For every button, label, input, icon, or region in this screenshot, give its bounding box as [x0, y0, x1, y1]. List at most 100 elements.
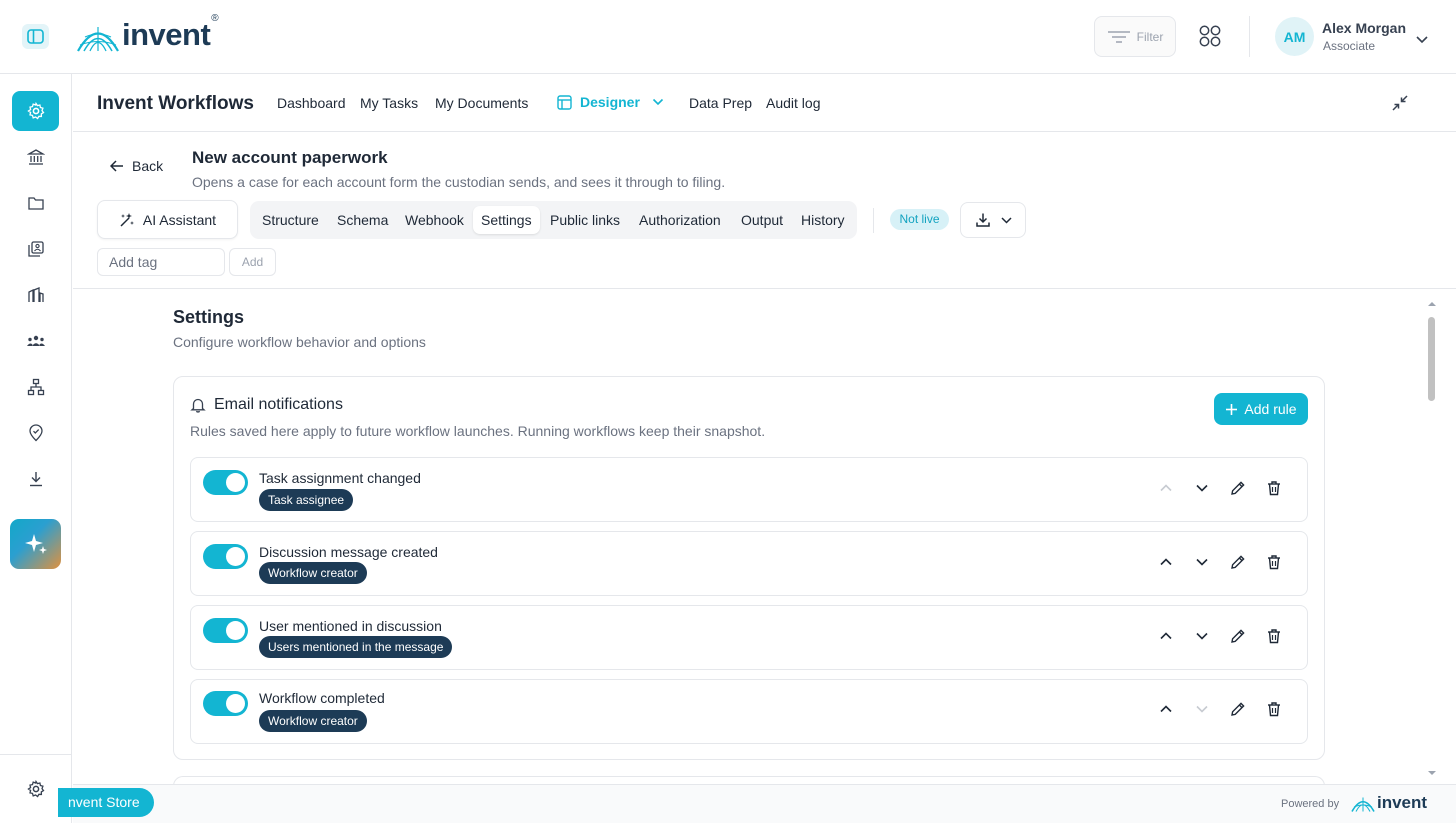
sparkles-icon	[24, 534, 47, 554]
edit-icon[interactable]	[1229, 479, 1247, 497]
powered-by-logo-text: invent	[1377, 793, 1428, 812]
tab-structure[interactable]: Structure	[262, 206, 319, 234]
logo-globe-icon	[1351, 797, 1375, 812]
sidebar-toggle-icon[interactable]	[22, 24, 49, 49]
invent-logo[interactable]: invent ®	[76, 13, 219, 52]
left-nav	[0, 74, 72, 823]
tab-schema[interactable]: Schema	[337, 206, 388, 234]
location-check-icon[interactable]	[24, 421, 48, 445]
collapse-icon[interactable]	[1391, 94, 1409, 117]
chevron-down-icon	[652, 98, 663, 106]
nav-settings-active[interactable]	[12, 91, 59, 131]
nav-my-tasks[interactable]: My Tasks	[360, 95, 418, 111]
rule-recipient-badge: Workflow creator	[259, 562, 367, 584]
rule-enabled-toggle[interactable]	[203, 691, 248, 716]
tab-settings[interactable]: Settings	[473, 206, 540, 234]
document-title: New account paperwork	[192, 148, 388, 167]
add-tag-button[interactable]: Add	[229, 248, 276, 276]
edit-icon[interactable]	[1229, 553, 1247, 571]
email-notifications-description: Rules saved here apply to future workflo…	[190, 423, 766, 439]
rule-enabled-toggle[interactable]	[203, 544, 248, 569]
download-icon[interactable]	[24, 467, 48, 491]
notification-rule: Workflow completed Workflow creator	[190, 679, 1308, 744]
ai-assistant-button[interactable]: AI Assistant	[97, 200, 238, 239]
tabs-divider	[873, 208, 874, 233]
hierarchy-icon[interactable]	[24, 375, 48, 399]
download-icon	[975, 213, 990, 227]
rule-actions	[1157, 479, 1283, 497]
tab-webhook[interactable]: Webhook	[405, 206, 464, 234]
move-down-icon	[1193, 700, 1211, 718]
logo-text: invent	[122, 17, 211, 52]
scrollbar[interactable]	[1426, 298, 1438, 780]
rule-actions	[1157, 553, 1283, 571]
back-button[interactable]: Back	[110, 158, 163, 174]
download-button[interactable]	[960, 202, 1026, 238]
buildings-icon[interactable]	[24, 283, 48, 307]
magic-wand-icon	[120, 212, 134, 227]
tag-input[interactable]	[97, 248, 225, 276]
tab-output[interactable]: Output	[741, 206, 783, 234]
move-down-icon[interactable]	[1193, 553, 1211, 571]
tab-authorization[interactable]: Authorization	[639, 206, 721, 234]
delete-icon[interactable]	[1265, 627, 1283, 645]
rule-name: Task assignment changed	[259, 470, 421, 486]
nav-my-documents[interactable]: My Documents	[435, 95, 528, 111]
rule-enabled-toggle[interactable]	[203, 470, 248, 495]
move-up-icon[interactable]	[1157, 553, 1175, 571]
filter-button[interactable]: Filter	[1094, 16, 1176, 57]
rule-enabled-toggle[interactable]	[203, 618, 248, 643]
tab-public-links[interactable]: Public links	[550, 206, 620, 234]
library-icon[interactable]	[24, 237, 48, 261]
notification-rule: Discussion message created Workflow crea…	[190, 531, 1308, 596]
team-icon[interactable]	[24, 329, 48, 353]
ai-sparkles-button[interactable]	[10, 519, 61, 569]
powered-by-label: Powered by	[1281, 798, 1340, 810]
nav-dashboard[interactable]: Dashboard	[277, 95, 346, 111]
move-down-icon[interactable]	[1193, 627, 1211, 645]
move-up-icon[interactable]	[1157, 700, 1175, 718]
layout-icon	[557, 94, 572, 110]
document-description: Opens a case for each account form the c…	[192, 174, 726, 190]
rule-actions	[1157, 700, 1283, 718]
gear-icon[interactable]	[24, 777, 48, 801]
ai-assistant-label: AI Assistant	[142, 211, 217, 228]
rule-recipient-badge: Users mentioned in the message	[259, 636, 453, 658]
avatar[interactable]: AM	[1275, 17, 1314, 56]
chevron-down-icon[interactable]	[1416, 31, 1428, 49]
edit-icon[interactable]	[1229, 700, 1247, 718]
rule-recipient-badge: Task assignee	[259, 489, 354, 511]
edit-icon[interactable]	[1229, 627, 1247, 645]
folder-icon[interactable]	[24, 191, 48, 215]
filter-icon	[1107, 30, 1130, 43]
footer	[73, 784, 1456, 823]
delete-icon[interactable]	[1265, 479, 1283, 497]
filter-label: Filter	[1136, 29, 1164, 44]
user-name[interactable]: Alex Morgan	[1322, 20, 1406, 36]
move-up-icon	[1157, 479, 1175, 497]
rule-name: Workflow completed	[259, 690, 385, 706]
workflow-header: Invent Workflows Dashboard My Tasks My D…	[73, 74, 1456, 132]
designer-tabs: Structure Schema Webhook Settings Public…	[250, 201, 857, 239]
tab-history[interactable]: History	[801, 206, 845, 234]
move-up-icon[interactable]	[1157, 627, 1175, 645]
scroll-thumb[interactable]	[1428, 317, 1435, 401]
delete-icon[interactable]	[1265, 553, 1283, 571]
invent-store-button[interactable]: nvent Store	[58, 788, 154, 817]
settings-icon	[26, 102, 44, 120]
bank-icon[interactable]	[24, 145, 48, 169]
bell-icon	[190, 397, 206, 418]
scroll-up-arrow-icon	[1428, 302, 1436, 306]
registered-mark: ®	[211, 13, 219, 24]
settings-title: Settings	[173, 307, 245, 327]
apps-grid-icon[interactable]	[1199, 25, 1221, 52]
rule-actions	[1157, 627, 1283, 645]
notification-rule: Task assignment changed Task assignee	[190, 457, 1308, 522]
scroll-down-arrow-icon	[1428, 771, 1436, 775]
nav-audit-log[interactable]: Audit log	[766, 95, 820, 111]
add-rule-button[interactable]: Add rule	[1214, 393, 1308, 425]
nav-data-prep[interactable]: Data Prep	[689, 95, 752, 111]
move-down-icon[interactable]	[1193, 479, 1211, 497]
delete-icon[interactable]	[1265, 700, 1283, 718]
nav-designer[interactable]: Designer	[557, 94, 664, 110]
